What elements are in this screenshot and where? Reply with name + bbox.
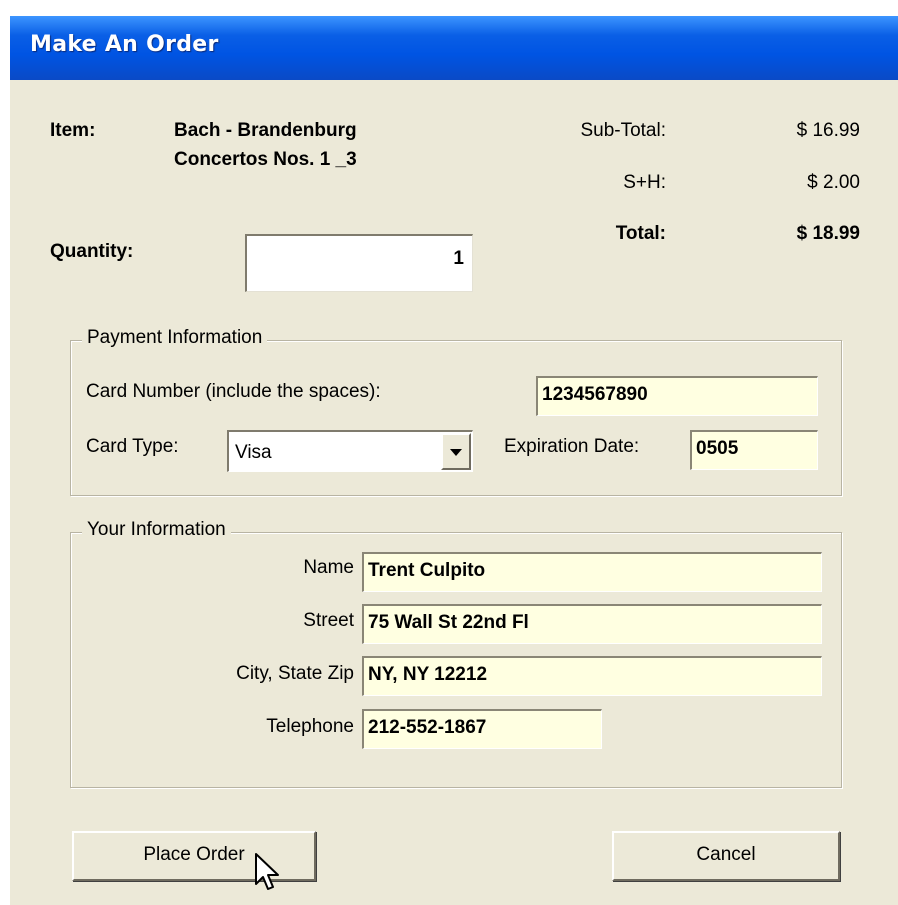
mouse-pointer-icon <box>255 853 279 890</box>
quantity-label: Quantity: <box>50 241 134 262</box>
your-info-legend: Your Information <box>82 519 231 541</box>
city-state-zip-input[interactable]: NY, NY 12212 <box>362 656 822 696</box>
item-name-line2: Concertos Nos. 1 _3 <box>174 149 357 170</box>
payment-info-group <box>70 340 842 496</box>
sh-value: $ 2.00 <box>807 172 860 193</box>
quantity-input[interactable]: 1 <box>245 234 473 292</box>
subtotal-value: $ 16.99 <box>796 120 860 141</box>
card-number-input[interactable]: 1234567890 <box>536 376 818 416</box>
card-number-label: Card Number (include the spaces): <box>86 381 381 402</box>
card-type-select[interactable]: Visa <box>227 430 473 472</box>
street-input[interactable]: 75 Wall St 22nd Fl <box>362 604 822 644</box>
dropdown-button[interactable] <box>441 433 471 470</box>
name-input[interactable]: Trent Culpito <box>362 552 822 592</box>
total-label: Total: <box>615 223 666 244</box>
payment-info-legend: Payment Information <box>82 327 268 349</box>
cancel-button[interactable]: Cancel <box>612 831 840 881</box>
name-label: Name <box>303 557 354 578</box>
quantity-value: 1 <box>453 248 464 269</box>
sh-label: S+H: <box>623 172 666 193</box>
card-type-label: Card Type: <box>86 436 179 457</box>
card-type-value: Visa <box>235 442 272 463</box>
street-label: Street <box>303 610 354 631</box>
window-title: Make An Order <box>30 32 219 57</box>
expiration-date-input[interactable]: 0505 <box>690 430 818 470</box>
item-name-line1: Bach - Brandenburg <box>174 120 357 141</box>
item-label: Item: <box>50 120 96 141</box>
title-bar[interactable]: Make An Order <box>10 16 898 80</box>
telephone-input[interactable]: 212-552-1867 <box>362 709 602 749</box>
total-value: $ 18.99 <box>796 223 860 244</box>
telephone-label: Telephone <box>266 716 354 737</box>
city-state-zip-label: City, State Zip <box>236 663 354 684</box>
subtotal-label: Sub-Total: <box>580 120 666 141</box>
chevron-down-icon <box>450 449 462 456</box>
expiration-label: Expiration Date: <box>504 436 640 457</box>
make-order-dialog: Make An Order Item: Bach - Brandenburg C… <box>10 16 898 905</box>
